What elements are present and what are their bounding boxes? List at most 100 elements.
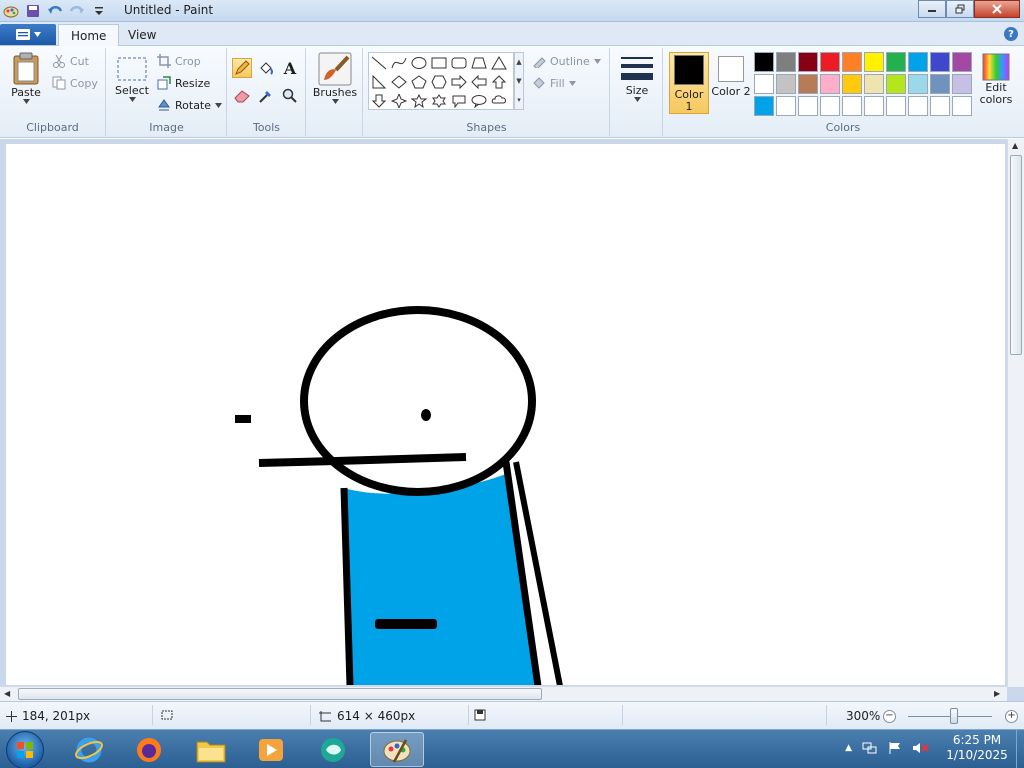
start-button[interactable] (6, 731, 44, 768)
outline-button[interactable]: Outline (532, 54, 601, 68)
palette-swatch[interactable] (952, 52, 972, 72)
cut-button[interactable]: Cut (52, 54, 89, 68)
minimize-button[interactable] (918, 0, 946, 18)
palette-swatch[interactable] (798, 96, 818, 116)
rounded-rectangle-shape-icon[interactable] (449, 53, 469, 72)
horizontal-scroll-thumb[interactable] (18, 688, 542, 700)
edit-colors-button[interactable]: Edit colors (976, 52, 1016, 106)
redo-icon[interactable] (68, 2, 86, 19)
oval-shape-icon[interactable] (409, 53, 429, 72)
vertical-scroll-thumb[interactable] (1010, 155, 1022, 355)
vertical-scrollbar[interactable]: ▲ (1007, 139, 1024, 687)
palette-swatch[interactable] (798, 74, 818, 94)
volume-muted-icon[interactable] (912, 741, 930, 755)
color-1-button[interactable]: Color 1 (669, 52, 709, 114)
four-point-star-shape-icon[interactable] (389, 91, 409, 110)
taskbar-file-explorer[interactable] (184, 732, 238, 767)
scroll-left-arrow-icon[interactable]: ◀ (4, 689, 10, 698)
palette-swatch[interactable] (776, 74, 796, 94)
palette-swatch[interactable] (798, 52, 818, 72)
size-button[interactable]: Size (617, 54, 657, 102)
taskbar-paint[interactable] (370, 732, 424, 767)
palette-swatch[interactable] (930, 96, 950, 116)
palette-swatch[interactable] (864, 52, 884, 72)
palette-swatch[interactable] (908, 74, 928, 94)
show-hidden-icons-icon[interactable]: ▲ (845, 743, 852, 753)
left-arrow-shape-icon[interactable] (469, 72, 489, 91)
palette-swatch[interactable] (820, 52, 840, 72)
palette-swatch[interactable] (842, 74, 862, 94)
five-point-star-shape-icon[interactable] (409, 91, 429, 110)
text-tool[interactable]: A (280, 58, 300, 78)
scroll-right-arrow-icon[interactable]: ▶ (994, 689, 1000, 698)
taskbar-firefox[interactable] (122, 732, 176, 767)
eraser-tool[interactable] (232, 86, 252, 106)
polygon-shape-icon[interactable] (469, 53, 489, 72)
palette-swatch[interactable] (820, 96, 840, 116)
copy-button[interactable]: Copy (52, 76, 98, 90)
palette-swatch[interactable] (930, 52, 950, 72)
network-icon[interactable] (862, 741, 878, 755)
zoom-in-button[interactable]: + (1005, 710, 1018, 723)
palette-swatch[interactable] (886, 74, 906, 94)
action-center-flag-icon[interactable] (888, 741, 902, 755)
palette-swatch[interactable] (754, 96, 774, 116)
fill-button[interactable]: Fill (532, 76, 576, 90)
maximize-button[interactable] (946, 0, 974, 18)
undo-icon[interactable] (46, 2, 64, 19)
down-arrow-shape-icon[interactable] (369, 91, 389, 110)
scroll-down-icon[interactable]: ▼ (516, 77, 521, 85)
palette-swatch[interactable] (842, 96, 862, 116)
palette-swatch[interactable] (908, 52, 928, 72)
zoom-slider-thumb[interactable] (950, 708, 959, 724)
horizontal-scrollbar[interactable]: ◀ ▶ (0, 686, 1007, 701)
triangle-shape-icon[interactable] (489, 53, 509, 72)
palette-swatch[interactable] (864, 96, 884, 116)
six-point-star-shape-icon[interactable] (429, 91, 449, 110)
pencil-tool[interactable] (232, 58, 252, 78)
magnifier-tool[interactable] (280, 86, 300, 106)
brushes-button[interactable]: Brushes (311, 52, 359, 104)
help-icon[interactable]: ? (1004, 27, 1018, 41)
pentagon-shape-icon[interactable] (409, 72, 429, 91)
palette-swatch[interactable] (754, 74, 774, 94)
show-desktop-button[interactable] (1016, 730, 1024, 768)
cloud-callout-shape-icon[interactable] (489, 91, 509, 110)
palette-swatch[interactable] (864, 74, 884, 94)
palette-swatch[interactable] (952, 74, 972, 94)
rounded-callout-shape-icon[interactable] (449, 91, 469, 110)
taskbar-internet-explorer[interactable] (62, 732, 116, 767)
right-triangle-shape-icon[interactable] (369, 72, 389, 91)
customize-qat-icon[interactable] (90, 2, 108, 19)
palette-swatch[interactable] (952, 96, 972, 116)
resize-button[interactable]: Resize (157, 76, 210, 90)
system-clock[interactable]: 6:25 PM 1/10/2025 (940, 733, 1014, 763)
tab-view[interactable]: View (116, 24, 168, 46)
scroll-up-arrow-icon[interactable]: ▲ (1012, 141, 1018, 150)
palette-swatch[interactable] (776, 52, 796, 72)
select-button[interactable]: Select (113, 56, 151, 102)
tab-home[interactable]: Home (58, 24, 120, 46)
hexagon-shape-icon[interactable] (429, 72, 449, 91)
palette-swatch[interactable] (820, 74, 840, 94)
up-arrow-shape-icon[interactable] (489, 72, 509, 91)
line-shape-icon[interactable] (369, 53, 389, 72)
file-menu-button[interactable] (0, 24, 56, 45)
taskbar-media-player[interactable] (244, 732, 298, 767)
oval-callout-shape-icon[interactable] (469, 91, 489, 110)
taskbar-app[interactable] (306, 732, 360, 767)
palette-swatch[interactable] (754, 52, 774, 72)
diamond-shape-icon[interactable] (389, 72, 409, 91)
rotate-button[interactable]: Rotate (157, 98, 223, 112)
crop-button[interactable]: Crop (157, 54, 201, 68)
paint-app-icon[interactable] (2, 2, 20, 19)
palette-swatch[interactable] (930, 74, 950, 94)
scroll-up-icon[interactable]: ▲ (516, 58, 521, 66)
palette-swatch[interactable] (886, 96, 906, 116)
curve-shape-icon[interactable] (389, 53, 409, 72)
close-button[interactable] (974, 0, 1020, 18)
shapes-gallery-scroll[interactable]: ▲ ▼ ▾ (514, 52, 524, 110)
fill-tool[interactable] (256, 58, 276, 78)
right-arrow-shape-icon[interactable] (449, 72, 469, 91)
palette-swatch[interactable] (886, 52, 906, 72)
